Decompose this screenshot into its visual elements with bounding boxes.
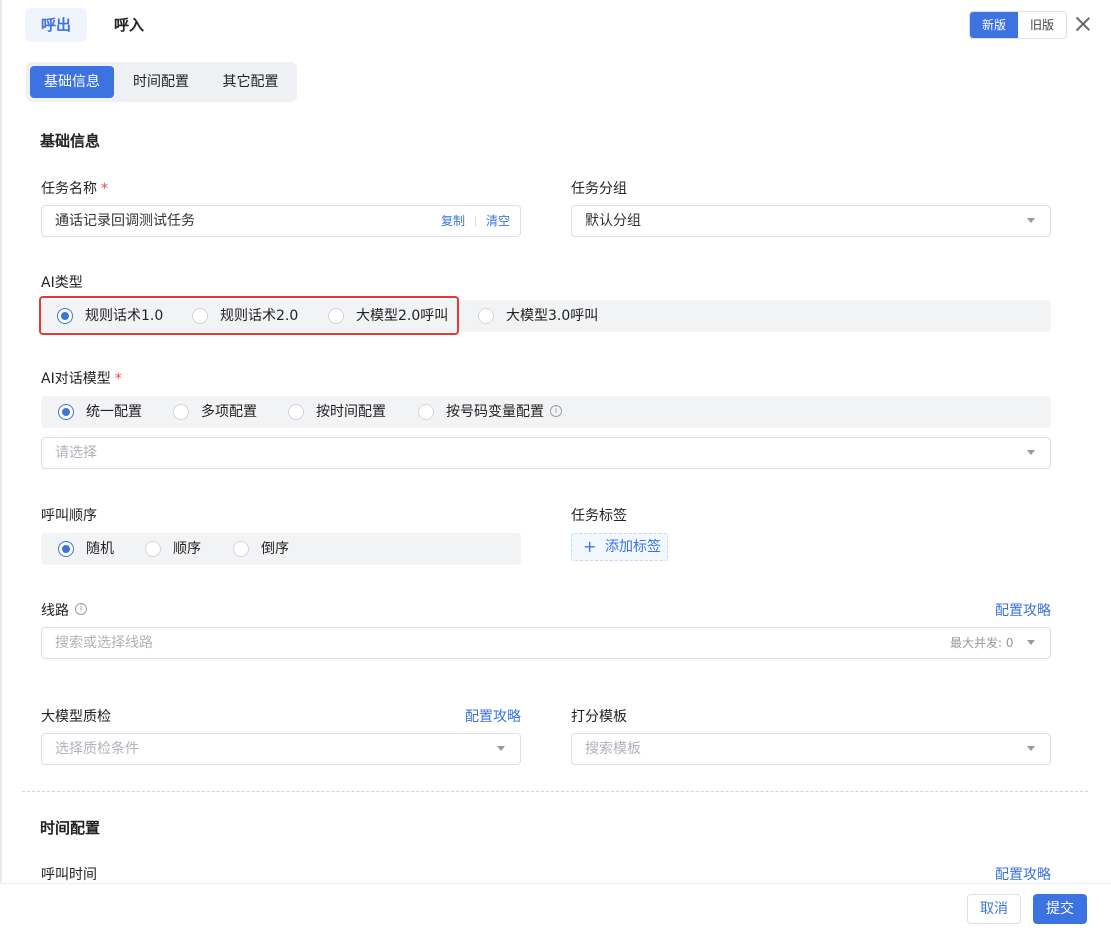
section-divider [22, 791, 1088, 792]
chevron-down-icon [497, 746, 505, 751]
add-tag-button[interactable]: + 添加标签 [571, 533, 668, 561]
ai-model-option-label: 统一配置 [86, 404, 142, 420]
line-label: 线路 [41, 603, 69, 619]
task-name-input[interactable]: 通话记录回调测试任务 复制 清空 [41, 205, 521, 237]
time-config-title: 时间配置 [40, 819, 101, 837]
tab-inbound[interactable]: 呼入 [98, 8, 160, 42]
line-placeholder: 搜索或选择线路 [55, 635, 153, 651]
ai-model-option-label: 多项配置 [201, 404, 257, 420]
task-group-value: 默认分组 [585, 213, 641, 229]
info-icon[interactable]: i [75, 603, 87, 615]
close-icon[interactable] [1074, 15, 1092, 33]
tab-other-config[interactable]: 其它配置 [208, 66, 293, 98]
max-concurrency-text: 最大并发: 0 [950, 636, 1014, 650]
chevron-down-icon [1027, 640, 1035, 645]
ai-type-option-label: 大模型3.0呼叫 [506, 308, 599, 324]
footer-bar: 取消 提交 [0, 883, 1111, 930]
add-tag-label: 添加标签 [605, 539, 661, 555]
qc-label: 大模型质检 [41, 709, 111, 725]
cancel-button[interactable]: 取消 [967, 894, 1021, 924]
call-order-radio-random[interactable] [58, 541, 74, 557]
tab-basic-info[interactable]: 基础信息 [30, 66, 114, 98]
annotation-highlight-box [39, 296, 459, 335]
ai-model-option-label: 按号码变量配置 [446, 404, 544, 420]
line-select[interactable]: 搜索或选择线路 最大并发: 0 [41, 627, 1051, 659]
task-group-label: 任务分组 [571, 181, 627, 197]
line-guide-link[interactable]: 配置攻略 [995, 600, 1051, 620]
ai-model-radio-unified[interactable] [58, 404, 74, 420]
chevron-down-icon [1027, 746, 1035, 751]
qc-select[interactable]: 选择质检条件 [41, 733, 521, 765]
score-template-label: 打分模板 [571, 709, 627, 725]
ai-model-label: AI对话模型 * [41, 371, 122, 387]
call-order-option-label: 顺序 [173, 541, 201, 557]
ai-model-placeholder: 请选择 [55, 445, 97, 461]
basic-info-title: 基础信息 [40, 132, 101, 150]
ai-model-radio-multi[interactable] [173, 404, 189, 420]
task-name-label: 任务名称 * [41, 181, 108, 197]
call-order-option-label: 随机 [86, 541, 114, 557]
plus-icon: + [583, 537, 597, 556]
copy-button[interactable]: 复制 [441, 206, 465, 236]
divider [475, 216, 476, 227]
ai-type-radio-llm-3[interactable] [478, 308, 494, 324]
left-edge [0, 0, 2, 930]
call-order-radio-reverse[interactable] [233, 541, 249, 557]
ai-model-radio-by-number[interactable] [418, 404, 434, 420]
call-order-option-label: 倒序 [261, 541, 289, 557]
chevron-down-icon [1027, 450, 1035, 455]
qc-guide-link[interactable]: 配置攻略 [465, 706, 521, 726]
chevron-down-icon [1027, 218, 1035, 223]
old-version-button[interactable]: 旧版 [1018, 12, 1066, 38]
task-group-select[interactable]: 默认分组 [571, 205, 1051, 237]
ai-model-radio-by-time[interactable] [288, 404, 304, 420]
call-order-label: 呼叫顺序 [41, 508, 97, 524]
qc-placeholder: 选择质检条件 [55, 741, 139, 757]
ai-model-select[interactable]: 请选择 [41, 437, 1051, 469]
version-switch: 新版 旧版 [969, 11, 1067, 39]
section-tabs: 基础信息 时间配置 其它配置 [26, 62, 297, 102]
ai-model-option-label: 按时间配置 [316, 404, 386, 420]
new-version-button[interactable]: 新版 [970, 12, 1018, 38]
call-order-radio-sequential[interactable] [145, 541, 161, 557]
ai-type-label: AI类型 [41, 275, 83, 291]
clear-button[interactable]: 清空 [486, 206, 510, 236]
score-template-select[interactable]: 搜索模板 [571, 733, 1051, 765]
call-time-guide-link[interactable]: 配置攻略 [995, 864, 1051, 884]
call-time-label: 呼叫时间 [41, 867, 97, 883]
task-name-value: 通话记录回调测试任务 [55, 213, 195, 229]
ai-model-radio-group: 统一配置 多项配置 按时间配置 按号码变量配置 i [41, 396, 1051, 428]
info-icon[interactable]: i [550, 405, 562, 417]
tab-outbound[interactable]: 呼出 [25, 8, 88, 42]
task-config-page: 呼出 呼入 新版 旧版 基础信息 时间配置 其它配置 基础信息 任务名称 * 通话… [0, 0, 1111, 930]
score-template-placeholder: 搜索模板 [585, 741, 641, 757]
tab-time-config[interactable]: 时间配置 [119, 66, 203, 98]
submit-button[interactable]: 提交 [1033, 894, 1087, 924]
task-tags-label: 任务标签 [571, 508, 627, 524]
call-order-radio-group: 随机 顺序 倒序 [41, 533, 521, 565]
